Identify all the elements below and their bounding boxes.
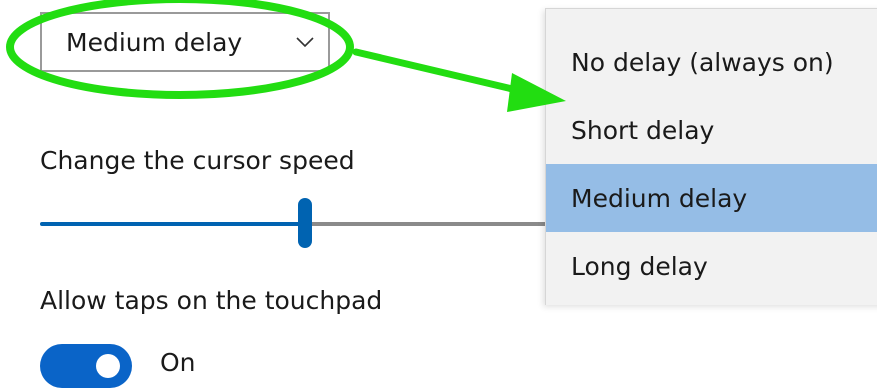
touchpad-delay-select[interactable]: Medium delay [40, 12, 330, 72]
delay-options-dropdown: No delay (always on) Short delay Medium … [545, 8, 877, 305]
select-value: Medium delay [66, 27, 243, 57]
slider-track-filled [40, 222, 305, 226]
option-medium-delay[interactable]: Medium delay [546, 164, 877, 232]
option-short-delay[interactable]: Short delay [546, 96, 877, 164]
option-no-delay[interactable]: No delay (always on) [546, 28, 877, 96]
allow-taps-label: Allow taps on the touchpad [40, 286, 383, 315]
toggle-state-label: On [160, 348, 196, 377]
chevron-down-icon [296, 37, 314, 48]
cropped-text-remnant [610, 0, 720, 8]
option-long-delay[interactable]: Long delay [546, 232, 877, 300]
allow-taps-toggle[interactable] [40, 344, 132, 388]
cursor-speed-slider[interactable] [40, 198, 560, 248]
slider-thumb[interactable] [298, 198, 312, 248]
slider-track-remaining [305, 222, 560, 226]
annotation-arrow-line [352, 48, 529, 96]
touchpad-settings-page: Medium delay Change the cursor speed All… [0, 0, 877, 388]
toggle-knob [96, 354, 120, 378]
cursor-speed-label: Change the cursor speed [40, 146, 355, 175]
